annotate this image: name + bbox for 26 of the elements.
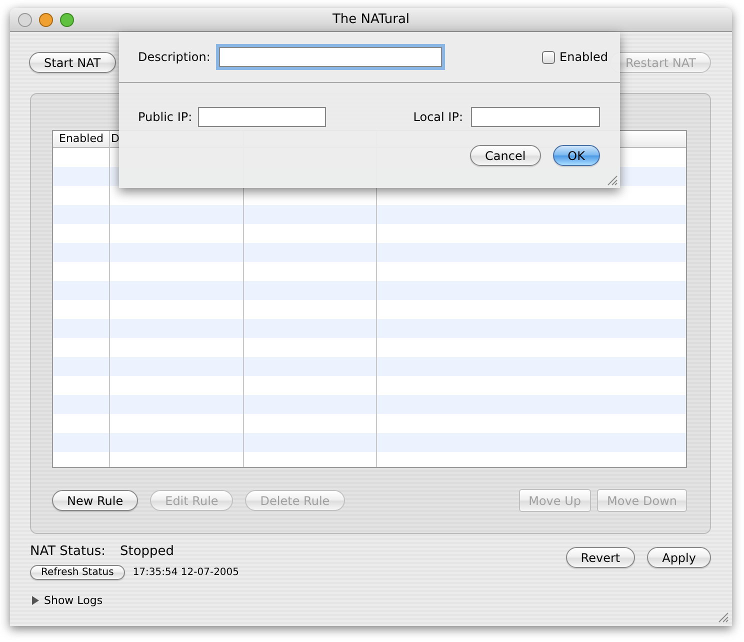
footer-button[interactable]: Apply: [647, 547, 711, 568]
public-ip-field[interactable]: [198, 107, 326, 127]
checkbox-label: Enabled: [560, 50, 608, 64]
status-label: NAT Status:: [30, 544, 106, 559]
timestamp: 17:35:54 12-07-2005: [132, 566, 240, 578]
status-value: Stopped: [120, 544, 174, 559]
resize-grip-icon[interactable]: [718, 612, 729, 623]
refresh-status-button[interactable]: Refresh Status: [30, 565, 125, 580]
local-ip-field[interactable]: [471, 107, 600, 127]
cancel-button[interactable]: Cancel: [470, 145, 541, 166]
show-logs-disclosure[interactable]: Show Logs: [31, 594, 103, 607]
close-button[interactable]: [18, 12, 32, 26]
window-title: The NATural: [332, 12, 410, 27]
rule-button[interactable]: New Rule: [52, 490, 138, 511]
toolbar-button[interactable]: Start NAT: [29, 52, 116, 73]
column-header[interactable]: D: [111, 132, 120, 145]
field-label: Public IP:: [138, 110, 192, 124]
checkbox[interactable]: [542, 50, 554, 64]
resize-grip-icon[interactable]: [607, 175, 618, 186]
field-label: Description:: [138, 50, 210, 64]
zoom-button[interactable]: [60, 12, 74, 26]
description-field[interactable]: [219, 47, 442, 67]
footer-button[interactable]: Revert: [566, 547, 636, 568]
ok-button[interactable]: OK: [552, 145, 600, 166]
minimize-button[interactable]: [39, 12, 53, 26]
field-label: Local IP:: [413, 110, 463, 124]
